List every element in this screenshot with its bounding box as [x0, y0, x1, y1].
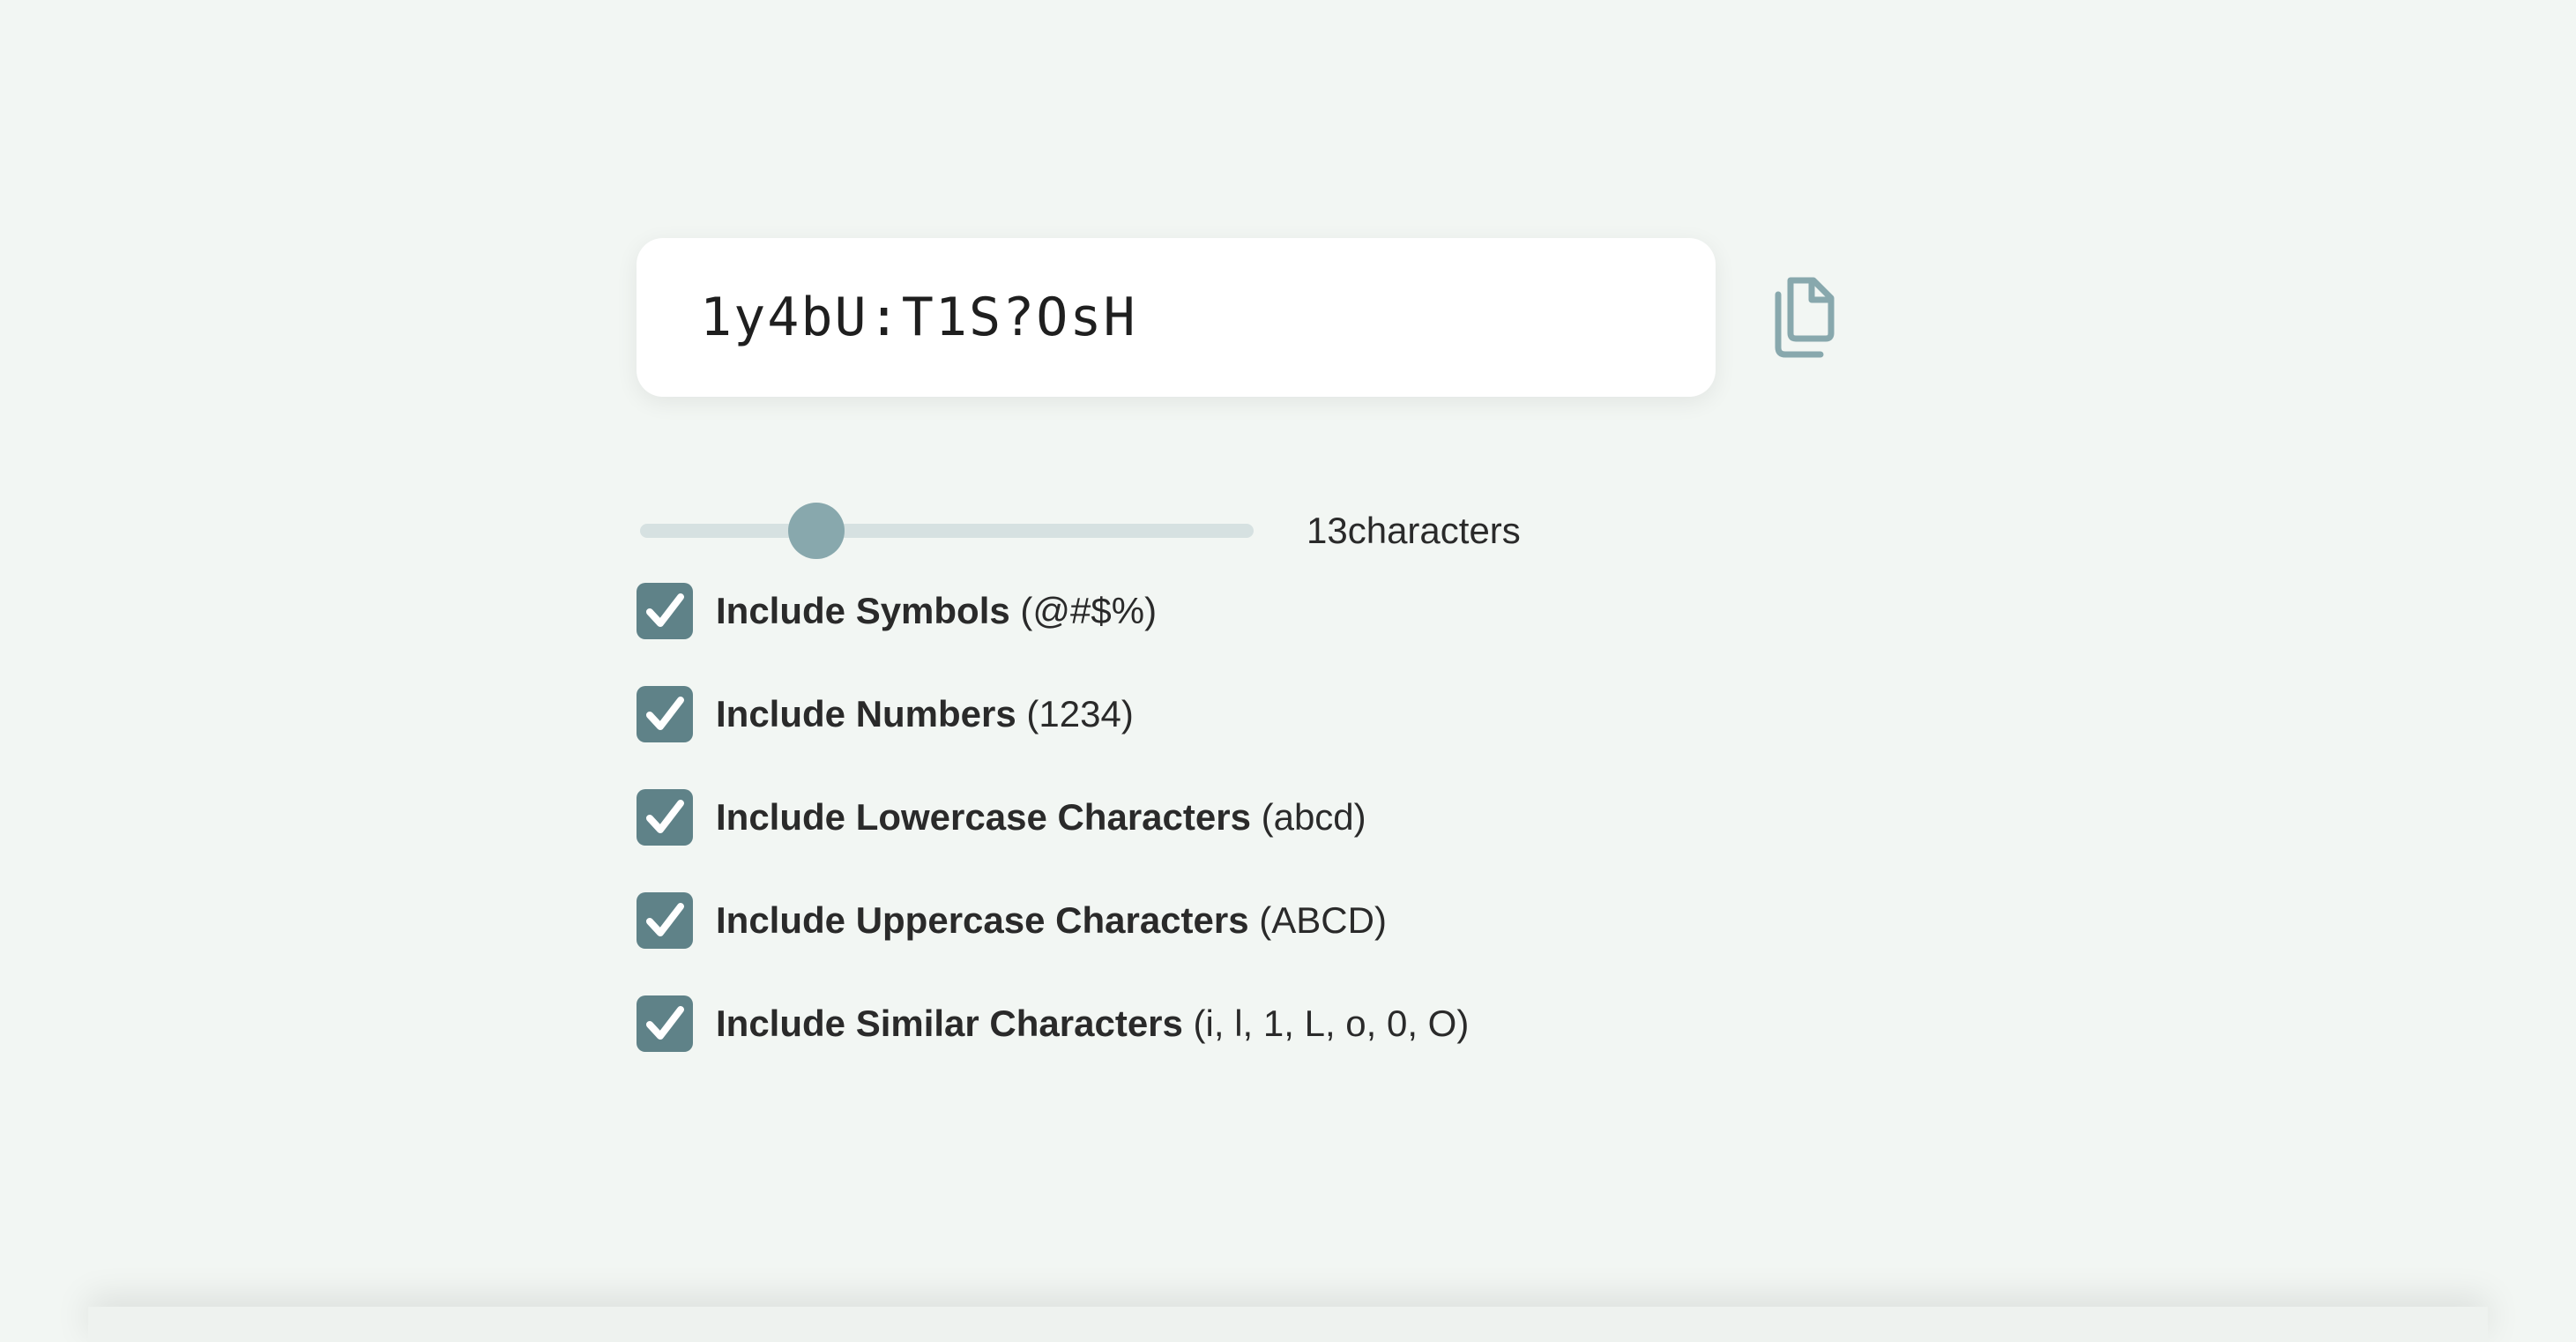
length-slider-track[interactable] — [640, 524, 1254, 538]
option-include-uppercase[interactable]: Include Uppercase Characters (ABCD) — [637, 891, 1387, 950]
length-label: 13characters — [1307, 510, 1521, 551]
length-slider-thumb[interactable] — [788, 503, 845, 559]
checkmark-icon — [646, 697, 684, 730]
checkmark-icon — [646, 903, 684, 936]
symbols-checkbox[interactable] — [637, 583, 693, 639]
option-label-detail: (ABCD) — [1248, 899, 1387, 941]
lowercase-checkbox[interactable] — [637, 789, 693, 846]
option-label: Include Numbers (1234) — [716, 693, 1134, 735]
password-text: 1y4bU:T1S?OsH — [700, 287, 1137, 348]
bottom-panel-edge — [88, 1307, 2488, 1342]
password-field[interactable]: 1y4bU:T1S?OsH — [637, 238, 1716, 397]
length-slider-row: 13characters — [637, 494, 1606, 564]
option-include-lowercase[interactable]: Include Lowercase Characters (abcd) — [637, 788, 1366, 846]
option-label-detail: (abcd) — [1250, 796, 1366, 838]
similar-checkbox[interactable] — [637, 995, 693, 1052]
option-label: Include Symbols (@#$%) — [716, 590, 1157, 632]
option-label: Include Lowercase Characters (abcd) — [716, 796, 1366, 839]
password-row: 1y4bU:T1S?OsH — [637, 238, 1853, 397]
option-label-bold: Include Lowercase Characters — [716, 796, 1251, 838]
option-label-bold: Include Uppercase Characters — [716, 899, 1249, 941]
option-label-detail: (1234) — [1016, 693, 1134, 734]
copy-button[interactable] — [1760, 273, 1848, 362]
checkmark-icon — [646, 593, 684, 627]
option-label-detail: (i, l, 1, L, o, 0, O) — [1182, 1003, 1470, 1044]
option-include-symbols[interactable]: Include Symbols (@#$%) — [637, 582, 1157, 640]
option-include-similar[interactable]: Include Similar Characters (i, l, 1, L, … — [637, 995, 1469, 1053]
copy-icon — [1775, 277, 1835, 358]
password-generator: 1y4bU:T1S?OsH 13characters Include Symbo… — [637, 238, 1853, 1052]
numbers-checkbox[interactable] — [637, 686, 693, 742]
option-label: Include Similar Characters (i, l, 1, L, … — [716, 1003, 1469, 1045]
option-label: Include Uppercase Characters (ABCD) — [716, 899, 1387, 942]
option-label-bold: Include Numbers — [716, 693, 1016, 734]
option-label-bold: Include Symbols — [716, 590, 1010, 631]
checkmark-icon — [646, 1006, 684, 1040]
checkmark-icon — [646, 800, 684, 833]
option-include-numbers[interactable]: Include Numbers (1234) — [637, 685, 1134, 743]
option-label-detail: (@#$%) — [1009, 590, 1158, 631]
option-label-bold: Include Similar Characters — [716, 1003, 1183, 1044]
uppercase-checkbox[interactable] — [637, 892, 693, 949]
